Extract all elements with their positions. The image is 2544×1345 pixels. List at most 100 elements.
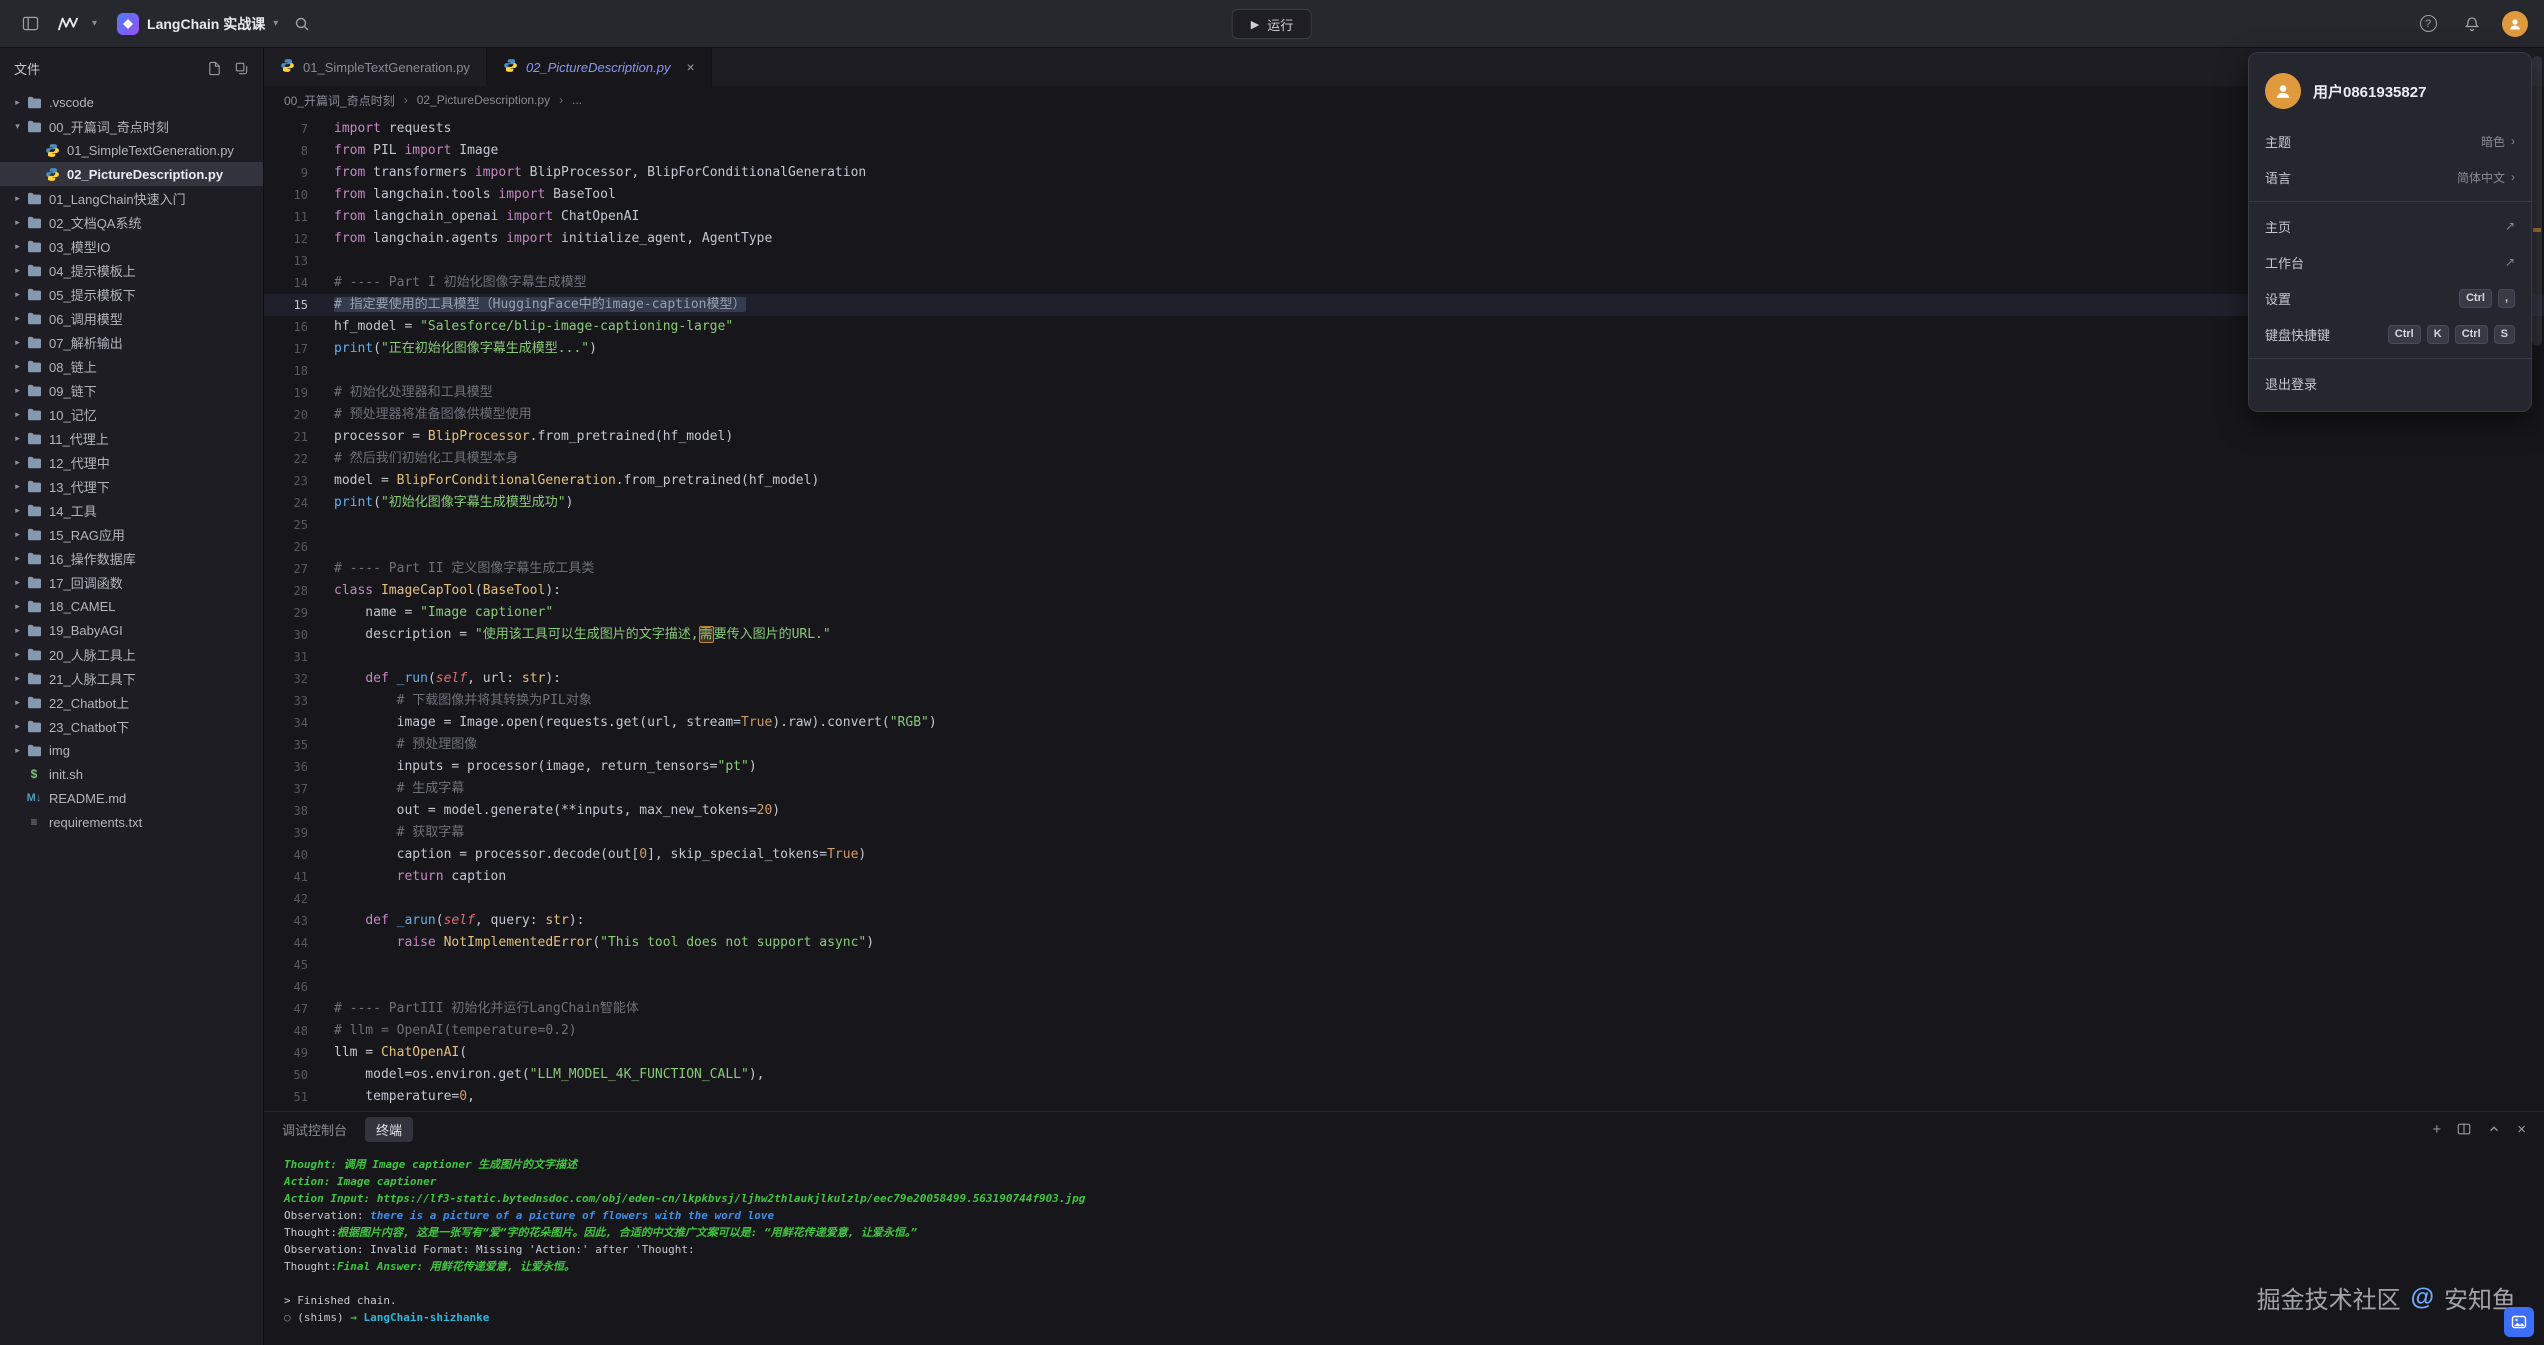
breadcrumb-file[interactable]: 02_PictureDescription.py [417,93,550,107]
tree-item-folder[interactable]: ▾00_开篇词_奇点时刻 [0,114,263,138]
code-line[interactable]: 10from langchain.tools import BaseTool [264,184,2544,206]
editor-tab-simple-text-generation[interactable]: 01_SimpleTextGeneration.py [264,48,487,86]
help-icon[interactable]: ? [2414,10,2442,38]
tree-item-file[interactable]: 02_PictureDescription.py [0,162,263,186]
code-editor[interactable]: 7import requests8from PIL import Image9f… [264,114,2544,1111]
code-line[interactable]: 50 model=os.environ.get("LLM_MODEL_4K_FU… [264,1064,2544,1086]
code-line[interactable]: 40 caption = processor.decode(out[0], sk… [264,844,2544,866]
tree-item-folder[interactable]: ▸21_人脉工具下 [0,666,263,690]
tree-item-folder[interactable]: ▸17_回调函数 [0,570,263,594]
tree-item-folder[interactable]: ▸01_LangChain快速入门 [0,186,263,210]
user-avatar[interactable] [2502,11,2528,37]
maximize-panel-icon[interactable] [2487,1122,2501,1136]
new-file-icon[interactable] [207,61,222,76]
tree-item-folder[interactable]: ▸18_CAMEL [0,594,263,618]
tree-item-folder[interactable]: ▸10_记忆 [0,402,263,426]
tab-terminal[interactable]: 终端 [365,1117,413,1142]
tree-item-folder[interactable]: ▸img [0,738,263,762]
code-line[interactable]: 13 [264,250,2544,272]
menu-item-logout[interactable]: 退出登录 [2249,365,2531,401]
editor-tab-picture-description[interactable]: 02_PictureDescription.py × [487,48,712,86]
code-line[interactable]: 29 name = "Image captioner" [264,602,2544,624]
code-line[interactable]: 27# ---- Part II 定义图像字幕生成工具类 [264,558,2544,580]
code-line[interactable]: 7import requests [264,118,2544,140]
tree-item-file[interactable]: $init.sh [0,762,263,786]
tab-debug-console[interactable]: 调试控制台 [282,1120,347,1139]
tree-item-folder[interactable]: ▸19_BabyAGI [0,618,263,642]
code-line[interactable]: 16hf_model = "Salesforce/blip-image-capt… [264,316,2544,338]
code-line[interactable]: 43 def _arun(self, query: str): [264,910,2544,932]
code-line[interactable]: 17print("正在初始化图像字幕生成模型...") [264,338,2544,360]
new-terminal-icon[interactable]: + [2432,1121,2441,1138]
code-line[interactable]: 30 description = "使用该工具可以生成图片的文字描述,需要传入图… [264,624,2544,646]
tree-item-folder[interactable]: ▸15_RAG应用 [0,522,263,546]
tree-item-file[interactable]: 01_SimpleTextGeneration.py [0,138,263,162]
tree-item-folder[interactable]: ▸11_代理上 [0,426,263,450]
code-line[interactable]: 51 temperature=0, [264,1086,2544,1108]
code-line[interactable]: 11from langchain_openai import ChatOpenA… [264,206,2544,228]
code-line[interactable]: 46 [264,976,2544,998]
code-line[interactable]: 26 [264,536,2544,558]
tree-item-file[interactable]: ≡requirements.txt [0,810,263,834]
menu-item-settings[interactable]: 设置Ctrl, [2249,280,2531,316]
menu-item-home[interactable]: 主页↗ [2249,208,2531,244]
code-line[interactable]: 45 [264,954,2544,976]
terminal-output[interactable]: Thought: 调用 Image captioner 生成图片的文字描述Act… [264,1146,2544,1345]
code-line[interactable]: 18 [264,360,2544,382]
code-line[interactable]: 38 out = model.generate(**inputs, max_ne… [264,800,2544,822]
project-switcher[interactable]: LangChain 实战课 ▾ [117,13,278,35]
code-line[interactable]: 35 # 预处理图像 [264,734,2544,756]
close-tab-icon[interactable]: × [686,59,694,75]
menu-item-shortcuts[interactable]: 键盘快捷键CtrlKCtrlS [2249,316,2531,352]
tree-item-folder[interactable]: ▸03_模型IO [0,234,263,258]
close-panel-icon[interactable]: × [2517,1121,2526,1138]
code-line[interactable]: 12from langchain.agents import initializ… [264,228,2544,250]
code-line[interactable]: 22# 然后我们初始化工具模型本身 [264,448,2544,470]
code-line[interactable]: 32 def _run(self, url: str): [264,668,2544,690]
tree-item-folder[interactable]: ▸08_链上 [0,354,263,378]
marscode-logo-icon[interactable] [54,10,82,38]
tree-item-folder[interactable]: ▸06_调用模型 [0,306,263,330]
tree-item-folder[interactable]: ▸23_Chatbot下 [0,714,263,738]
code-line[interactable]: 14# ---- Part I 初始化图像字幕生成模型 [264,272,2544,294]
code-line[interactable]: 8from PIL import Image [264,140,2544,162]
menu-item-language[interactable]: 语言简体中文› [2249,159,2531,195]
tree-item-folder[interactable]: ▸20_人脉工具上 [0,642,263,666]
breadcrumb-folder[interactable]: 00_开篇词_奇点时刻 [284,92,395,109]
code-line[interactable]: 23model = BlipForConditionalGeneration.f… [264,470,2544,492]
code-line[interactable]: 39 # 获取字幕 [264,822,2544,844]
code-line[interactable]: 31 [264,646,2544,668]
code-line[interactable]: 36 inputs = processor(image, return_tens… [264,756,2544,778]
tree-item-folder[interactable]: ▸13_代理下 [0,474,263,498]
code-line[interactable]: 28class ImageCapTool(BaseTool): [264,580,2544,602]
editor-scrollbar[interactable] [2532,56,2542,346]
layout-toggle-icon[interactable] [16,10,44,38]
code-line[interactable]: 24print("初始化图像字幕生成模型成功") [264,492,2544,514]
notifications-bell-icon[interactable] [2458,10,2486,38]
chevron-down-icon[interactable]: ▾ [92,18,97,29]
code-line[interactable]: 42 [264,888,2544,910]
tree-item-folder[interactable]: ▸09_链下 [0,378,263,402]
tree-item-folder[interactable]: ▸22_Chatbot上 [0,690,263,714]
code-line[interactable]: 33 # 下载图像并将其转换为PIL对象 [264,690,2544,712]
run-button[interactable]: ▶ 运行 [1232,9,1312,39]
code-line[interactable]: 19# 初始化处理器和工具模型 [264,382,2544,404]
code-line[interactable]: 25 [264,514,2544,536]
code-line[interactable]: 49llm = ChatOpenAI( [264,1042,2544,1064]
menu-item-workbench[interactable]: 工作台↗ [2249,244,2531,280]
code-line[interactable]: 48# llm = OpenAI(temperature=0.2) [264,1020,2544,1042]
floating-widget-button[interactable] [2504,1307,2534,1337]
tree-item-folder[interactable]: ▸16_操作数据库 [0,546,263,570]
menu-item-theme[interactable]: 主题暗色› [2249,123,2531,159]
code-line[interactable]: 9from transformers import BlipProcessor,… [264,162,2544,184]
tree-item-folder[interactable]: ▸14_工具 [0,498,263,522]
tree-item-file[interactable]: M↓README.md [0,786,263,810]
code-line[interactable]: 47# ---- PartIII 初始化并运行LangChain智能体 [264,998,2544,1020]
tree-item-folder[interactable]: ▸04_提示模板上 [0,258,263,282]
breadcrumb-more[interactable]: ... [572,93,582,107]
collapse-all-icon[interactable] [234,61,249,76]
code-line[interactable]: 41 return caption [264,866,2544,888]
code-line[interactable]: 15# 指定要使用的工具模型（HuggingFace中的image-captio… [264,294,2544,316]
tree-item-folder[interactable]: ▸05_提示模板下 [0,282,263,306]
tree-item-folder[interactable]: ▸07_解析输出 [0,330,263,354]
